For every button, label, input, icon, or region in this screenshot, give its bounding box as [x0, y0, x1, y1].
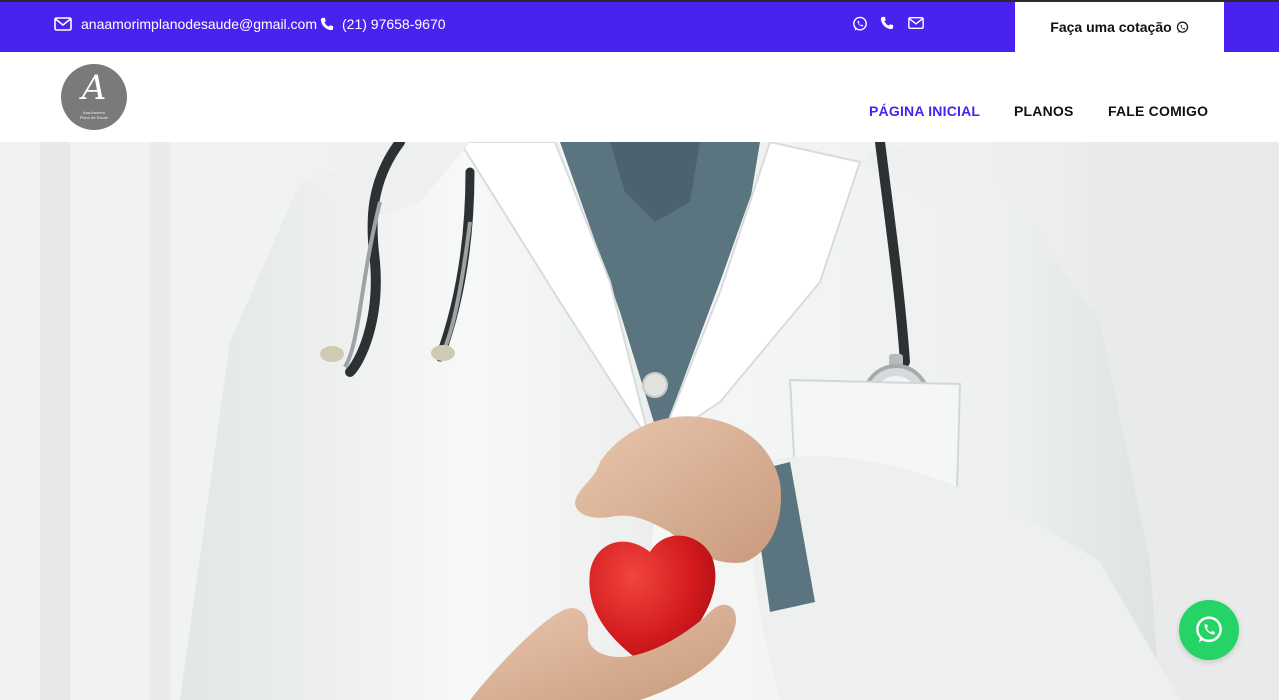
nav-item-contact[interactable]: FALE COMIGO: [1108, 103, 1208, 119]
contact-email[interactable]: anaamorimplanodesaude@gmail.com: [54, 16, 317, 32]
logo[interactable]: A Ana Amorim Plano de Saúde: [61, 64, 127, 130]
envelope-icon[interactable]: [908, 16, 924, 32]
nav-item-home[interactable]: PÁGINA INICIAL: [869, 103, 980, 119]
nav-item-planos[interactable]: PLANOS: [1014, 103, 1074, 119]
site-header: A Ana Amorim Plano de Saúde: [0, 52, 1279, 142]
contact-phone[interactable]: (21) 97658-9670: [320, 16, 446, 32]
hero-image: [0, 142, 1279, 700]
logo-letter: A: [81, 68, 107, 108]
phone-icon[interactable]: [880, 16, 896, 32]
phone-text: (21) 97658-9670: [342, 16, 446, 32]
email-text: anaamorimplanodesaude@gmail.com: [81, 16, 318, 32]
quote-button-label: Faça uma cotação: [1050, 19, 1172, 35]
quote-button[interactable]: Faça uma cotação: [1015, 2, 1224, 52]
whatsapp-float-button[interactable]: [1179, 600, 1239, 660]
phone-icon: [320, 17, 334, 31]
whatsapp-icon: [1176, 21, 1188, 33]
top-bar: anaamorimplanodesaude@gmail.com (21) 976…: [0, 0, 1279, 52]
logo-line2: Plano de Saúde: [79, 115, 109, 120]
social-links: [852, 16, 924, 32]
whatsapp-icon: [1196, 616, 1222, 643]
whatsapp-icon[interactable]: [852, 16, 868, 32]
envelope-icon: [54, 17, 72, 31]
